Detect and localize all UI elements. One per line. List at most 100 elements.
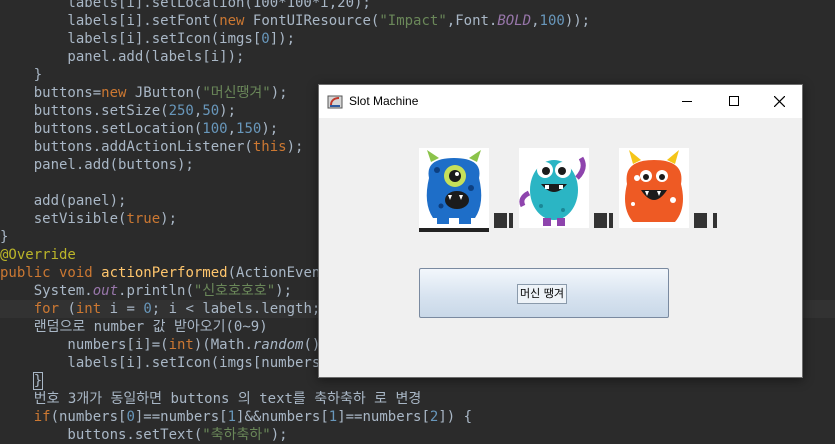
code-token: ( [210, 13, 220, 29]
code-token: FontUIResource( [252, 13, 380, 29]
code-token: } [0, 229, 9, 245]
window-titlebar[interactable]: Slot Machine [319, 85, 802, 118]
code-token: 번호 3개가 동일하면 buttons 의 text를 축하축하 로 변경 [0, 391, 422, 407]
code-token: )); [564, 13, 591, 29]
code-token: buttons.setText( [0, 427, 203, 443]
code-token: System. [0, 283, 93, 299]
code-token: ]&&numbers[ [236, 409, 329, 425]
code-token: 0 [143, 301, 152, 317]
code-token: int [168, 337, 194, 353]
code-token: 0 [126, 409, 135, 425]
code-token: ]==numbers[ [134, 409, 228, 425]
code-token: ); [286, 139, 304, 155]
code-token: int [75, 301, 110, 317]
code-token: setFont [151, 13, 211, 29]
code-token: "Impact" [379, 13, 447, 29]
code-token: ); [160, 211, 178, 227]
code-token: labels[i].setIcon(imgs[numbers[ [0, 355, 329, 371]
slot-panel: 머신 땡겨 [319, 118, 802, 377]
code-line[interactable]: panel.add(labels[i]); [0, 48, 835, 66]
code-token: 250 [168, 103, 194, 119]
code-token: buttons [0, 85, 93, 101]
code-token: if [33, 409, 51, 425]
pull-machine-button[interactable]: 머신 땡겨 [419, 268, 669, 318]
code-token: ; i < labels.length; [151, 301, 321, 317]
code-token: } [0, 67, 43, 83]
minimize-button[interactable] [664, 85, 710, 118]
code-token: "축하축하" [202, 427, 271, 443]
code-token: (numbers[ [50, 409, 127, 425]
window-title: Slot Machine [349, 94, 419, 108]
code-token: 1 [227, 409, 237, 425]
close-button[interactable] [756, 85, 802, 118]
pull-machine-button-label: 머신 땡겨 [517, 284, 567, 304]
slot-digit [694, 213, 707, 228]
code-token: random [252, 337, 304, 353]
code-token: "머신땡겨" [202, 85, 271, 101]
code-token: } [32, 372, 44, 390]
code-token: labels[i].setIcon(imgs[ [0, 31, 262, 47]
code-token: labels [0, 13, 119, 29]
code-line[interactable]: if(numbers[0]==numbers[1]&&numbers[1]==n… [0, 408, 835, 426]
code-line[interactable]: labels[i].setLocation(100*100*i,20); [0, 0, 835, 12]
code-line[interactable]: buttons.setText("축하축하"); [0, 426, 835, 444]
code-token: "신호호호호" [193, 283, 276, 299]
code-line[interactable]: } [0, 66, 835, 84]
code-line[interactable]: labels[i].setIcon(imgs[0]); [0, 30, 835, 48]
code-token: panel.add(buttons); [0, 157, 194, 173]
slot-digit [609, 213, 613, 228]
code-token: for [33, 301, 68, 317]
code-token: ( [67, 301, 76, 317]
code-token: 0 [261, 31, 270, 47]
code-token: 랜덤으로 number 값 받아오기(0~9) [0, 319, 268, 335]
minimize-icon [682, 101, 692, 102]
blue-monster-icon [419, 148, 489, 228]
code-token: add(panel); [0, 193, 127, 209]
slot-underline [419, 228, 489, 232]
code-token: out [92, 283, 119, 299]
code-token: ); [261, 121, 279, 137]
code-token: , [227, 121, 237, 137]
java-app-icon [327, 95, 343, 109]
code-line[interactable]: 번호 3개가 동일하면 buttons 의 text를 축하축하 로 변경 [0, 390, 835, 408]
slot-digit [594, 213, 607, 228]
code-token: [i]. [118, 13, 152, 29]
code-token: 1 [328, 409, 338, 425]
code-token: = [92, 85, 102, 101]
code-token: numbers[i]=( [0, 337, 169, 353]
code-token: JButton( [134, 85, 203, 101]
code-token: ]); [269, 31, 296, 47]
slot-digit [713, 213, 717, 228]
close-icon [774, 96, 785, 107]
slot-digit [494, 213, 507, 228]
code-token: @Override [0, 247, 76, 263]
code-token: buttons.addActionListener( [0, 139, 253, 155]
code-token: ]==numbers[ [337, 409, 430, 425]
code-token: actionPerformed [101, 265, 228, 281]
code-token: new [101, 85, 135, 101]
code-token: ]) { [438, 409, 473, 425]
code-token: buttons.setSize( [0, 103, 169, 119]
code-token: ); [219, 103, 237, 119]
code-token: ,Font. [446, 13, 498, 29]
code-token: (ActionEvent [227, 265, 329, 281]
code-token: .println( [118, 283, 194, 299]
code-token: ); [270, 85, 288, 101]
code-line[interactable]: labels[i].setFont(new FontUIResource("Im… [0, 12, 835, 30]
code-token: public void [0, 265, 102, 281]
maximize-icon [729, 96, 739, 106]
slot-machine-window: Slot Machine 머신 땡겨 [318, 84, 803, 378]
code-token: panel.add(labels[i]); [0, 49, 245, 65]
code-token: 100 [539, 13, 565, 29]
code-token: buttons.setLocation( [0, 121, 203, 137]
code-token: 100 [202, 121, 228, 137]
code-token: ); [275, 283, 292, 299]
code-token: ); [270, 427, 288, 443]
code-token: true [126, 211, 161, 227]
code-token: labels[i].setLocation(100*100*i,20); [0, 0, 371, 11]
maximize-button[interactable] [711, 85, 757, 118]
code-token: 50 [202, 103, 220, 119]
slot-digit [509, 213, 513, 228]
